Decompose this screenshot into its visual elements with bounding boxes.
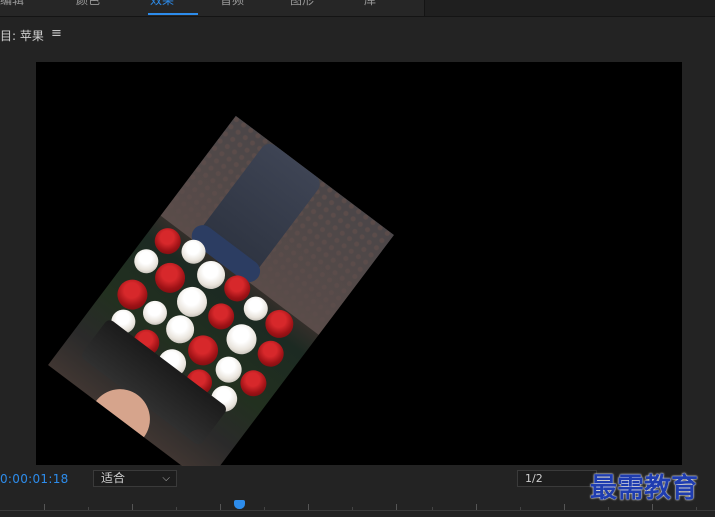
workspace-tab-libraries[interactable]: 库 — [364, 0, 376, 9]
ruler-tick — [564, 504, 565, 510]
workspace-tab-audio[interactable]: 音频 — [220, 0, 244, 9]
ruler-tick — [520, 507, 521, 510]
timeline-ruler[interactable] — [0, 496, 715, 517]
ruler-tick — [308, 504, 309, 510]
zoom-fit-dropdown[interactable]: 适合 ⌵ — [93, 470, 177, 487]
workspace-tab-graphics[interactable]: 图形 — [290, 0, 314, 9]
playback-resolution-dropdown[interactable]: 1/2 — [517, 470, 597, 487]
program-monitor-viewer[interactable] — [36, 62, 682, 485]
topbar-right-area — [425, 0, 715, 16]
ruler-tick — [176, 507, 177, 510]
video-rose — [252, 335, 289, 372]
workspace-tab-color[interactable]: 颜色 — [76, 0, 100, 9]
playhead-timecode[interactable]: 0:00:01:18 — [0, 472, 69, 486]
ruler-tick — [608, 507, 609, 510]
ruler-tick — [132, 504, 133, 510]
ruler-tick — [264, 507, 265, 510]
ruler-tick — [352, 507, 353, 510]
ruler-tick — [396, 504, 397, 510]
ruler-tick — [432, 507, 433, 510]
workspace-tab-effects[interactable]: 效果 — [150, 0, 174, 9]
ruler-baseline — [0, 510, 715, 511]
chevron-down-icon: ⌵ — [162, 473, 170, 484]
ruler-tick — [44, 504, 45, 510]
workspace-bar: 编辑 颜色 效果 音频 图形 库 — [0, 0, 715, 17]
ruler-tick — [476, 504, 477, 510]
zoom-fit-value: 适合 — [101, 471, 126, 485]
hamburger-menu-icon[interactable]: ≡ — [51, 26, 62, 41]
panel-title[interactable]: 目: 苹果 — [0, 27, 44, 44]
ruler-tick — [696, 507, 697, 510]
ruler-tick — [220, 504, 221, 510]
rotated-video-frame[interactable] — [48, 115, 394, 485]
active-tab-indicator — [148, 13, 198, 15]
playhead-handle[interactable] — [234, 500, 245, 509]
ruler-tick — [652, 504, 653, 510]
playback-resolution-value: 1/2 — [525, 472, 543, 485]
ruler-tick — [88, 507, 89, 510]
program-monitor-header: 目: 苹果 ≡ — [0, 17, 715, 51]
workspace-tab-edit[interactable]: 编辑 — [0, 0, 24, 9]
